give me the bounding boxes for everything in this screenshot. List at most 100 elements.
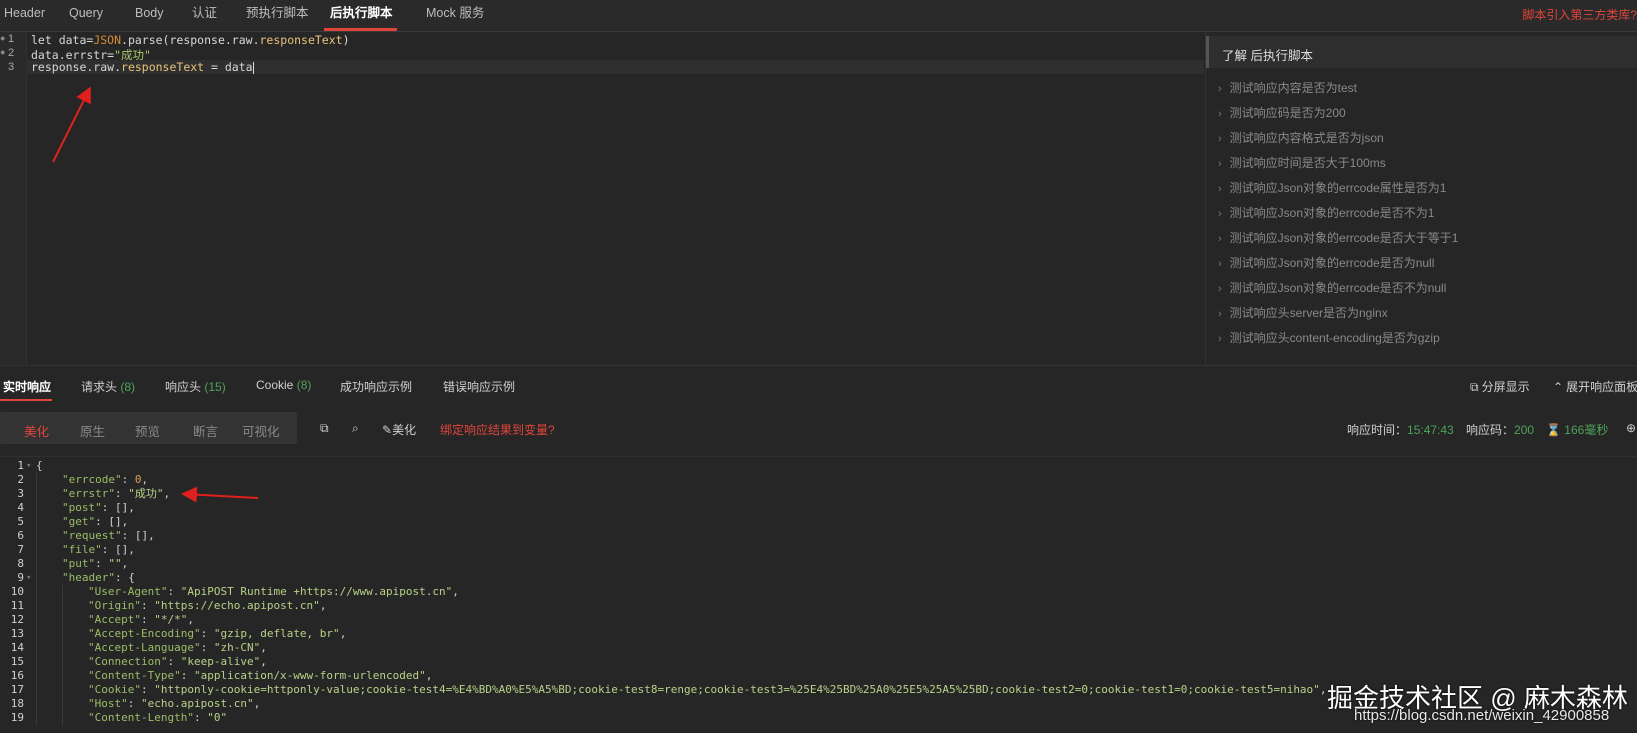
chevron-right-icon: › xyxy=(1218,333,1222,345)
line-number: 9 xyxy=(17,571,24,584)
json-token: : xyxy=(140,599,155,612)
snippet-item[interactable]: › 测试响应头server是否为nginx xyxy=(1218,304,1388,321)
line-number: 11 xyxy=(10,599,24,612)
json-code: "put": "", xyxy=(62,557,128,571)
json-code: "errcode": 0, xyxy=(62,473,148,487)
fold-toggle-icon[interactable]: ▾ xyxy=(26,571,31,585)
snippet-item[interactable]: › 测试响应内容是否为test xyxy=(1218,79,1357,96)
json-code: "Accept-Encoding": "gzip, deflate, br", xyxy=(88,627,346,641)
json-code: "Accept": "*/*", xyxy=(88,613,194,627)
tab-realtime-response[interactable]: 实时响应 xyxy=(3,378,51,395)
split-screen-icon: ⧉ xyxy=(1470,380,1479,394)
response-line: 3 "errstr": "成功", xyxy=(0,487,1637,501)
json-token: "request" xyxy=(62,529,122,542)
tab-label: 后执行脚本 xyxy=(330,6,393,20)
post-script-editor[interactable]: ● 1 ● 2 3 let data=JSON.parse(response.raw… xyxy=(0,32,1204,364)
fold-toggle-icon[interactable]: ▾ xyxy=(26,459,31,473)
tab-post-script[interactable]: 后执行脚本 xyxy=(324,0,397,31)
snippet-item[interactable]: › 测试响应头content-encoding是否为gzip xyxy=(1218,329,1440,346)
indent-guide xyxy=(36,571,37,585)
chevron-right-icon: › xyxy=(1218,258,1222,270)
split-view-button[interactable]: ⧉ 分屏显示 xyxy=(1470,378,1530,395)
tab-response-headers[interactable]: 响应头 (15) xyxy=(165,378,226,395)
line-number: 5 xyxy=(17,515,24,528)
json-token: : xyxy=(121,473,135,486)
tab-label: 认证 xyxy=(192,6,218,20)
json-token: , xyxy=(253,697,261,710)
tab-pre-script[interactable]: 预执行脚本 xyxy=(246,0,309,31)
tab-cookie[interactable]: Cookie (8) xyxy=(256,378,311,392)
json-token: , xyxy=(163,487,171,500)
json-token: , xyxy=(1319,683,1327,696)
code-token: responseText xyxy=(121,60,205,74)
view-raw[interactable]: 原生 xyxy=(80,421,105,440)
meta-label: 响应时间： xyxy=(1347,423,1408,437)
json-token: "成功" xyxy=(128,487,164,500)
json-token: "*/*" xyxy=(154,613,188,626)
json-code: "request": [], xyxy=(62,529,155,543)
snippet-item[interactable]: › 测试响应内容格式是否为json xyxy=(1218,129,1384,146)
line-number: 18 xyxy=(10,697,24,710)
tab-query[interactable]: Query xyxy=(69,0,103,31)
tab-mock-service[interactable]: Mock 服务 xyxy=(426,0,484,31)
indent-guide xyxy=(62,669,63,683)
search-icon[interactable]: ⌕ xyxy=(352,421,359,436)
snippet-item[interactable]: › 测试响应Json对象的errcode是否不为1 xyxy=(1218,204,1434,221)
tab-label: Mock 服务 xyxy=(426,6,485,20)
tab-label: 错误响应示例 xyxy=(443,380,516,394)
view-beautify[interactable]: 美化 xyxy=(24,421,49,440)
indent-guide xyxy=(36,711,37,725)
editor-gutter: ● 1 ● 2 3 xyxy=(0,32,27,364)
expand-panel-button[interactable]: ⌃ 展开响应面板 xyxy=(1553,378,1637,395)
button-label: 分屏显示 xyxy=(1481,380,1530,394)
snippet-item[interactable]: › 测试响应时间是否大于100ms xyxy=(1218,154,1386,171)
snippet-label: 测试响应Json对象的errcode是否不为null xyxy=(1229,281,1447,295)
snippet-item[interactable]: › 测试响应Json对象的errcode属性是否为1 xyxy=(1218,179,1446,196)
indent-guide xyxy=(36,683,37,697)
view-visualize[interactable]: 可视化 xyxy=(242,421,280,440)
snippet-item[interactable]: › 测试响应码是否为200 xyxy=(1218,104,1346,121)
tab-body[interactable]: Body xyxy=(135,0,164,31)
indent-guide xyxy=(36,613,37,627)
json-token: , xyxy=(452,585,459,598)
json-token: : [], xyxy=(101,543,135,556)
json-token: , xyxy=(260,641,267,654)
tab-label: 预执行脚本 xyxy=(246,6,309,20)
third-party-library-link[interactable]: 脚本引入第三方类库? xyxy=(1522,6,1637,23)
download-icon[interactable]: ⊕ xyxy=(1626,421,1636,435)
text-cursor xyxy=(252,61,254,74)
json-token: : xyxy=(180,669,194,682)
view-assert[interactable]: 断言 xyxy=(193,421,218,440)
json-token: : xyxy=(193,711,208,724)
bind-to-variable-link[interactable]: 绑定响应结果到变量? xyxy=(440,421,555,438)
snippet-item[interactable]: › 测试响应Json对象的errcode是否为null xyxy=(1218,254,1434,271)
json-token: : { xyxy=(114,571,135,584)
response-code: 响应码：200 xyxy=(1466,421,1534,438)
snippet-item[interactable]: › 测试响应Json对象的errcode是否大于等于1 xyxy=(1218,229,1458,246)
snippet-label: 测试响应时间是否大于100ms xyxy=(1229,156,1386,170)
watermark-url: https://blog.csdn.net/weixin_42900858 xyxy=(1354,707,1610,724)
chevron-right-icon: › xyxy=(1218,233,1222,245)
snippet-item[interactable]: › 测试响应Json对象的errcode是否不为null xyxy=(1218,279,1446,296)
tab-error-example[interactable]: 错误响应示例 xyxy=(443,378,515,395)
code-token: let data= xyxy=(31,33,94,47)
count-badge: (15) xyxy=(204,380,226,394)
json-token: "0" xyxy=(207,711,228,724)
json-token: , xyxy=(187,613,194,626)
json-token: : xyxy=(200,627,214,640)
chevron-right-icon: › xyxy=(1218,208,1222,220)
indent-guide xyxy=(62,697,63,711)
tab-request-headers[interactable]: 请求头 (8) xyxy=(81,378,135,395)
beautify-button[interactable]: ✎美化 xyxy=(382,421,416,438)
tab-success-example[interactable]: 成功响应示例 xyxy=(340,378,412,395)
tab-header[interactable]: Header xyxy=(4,0,45,31)
tab-auth[interactable]: 认证 xyxy=(192,0,217,31)
json-token: "ApiPOST Runtime +https://www.apipost.cn… xyxy=(180,585,453,598)
snippet-label: 测试响应内容是否为test xyxy=(1229,81,1358,95)
json-token: , xyxy=(260,655,267,668)
view-preview[interactable]: 预览 xyxy=(135,421,160,440)
copy-icon[interactable]: ⧉ xyxy=(320,421,329,436)
response-line: 13 "Accept-Encoding": "gzip, deflate, br"… xyxy=(0,627,1637,641)
snippet-label: 测试响应Json对象的errcode是否不为1 xyxy=(1229,206,1435,220)
json-code: "Host": "echo.apipost.cn", xyxy=(88,697,260,711)
